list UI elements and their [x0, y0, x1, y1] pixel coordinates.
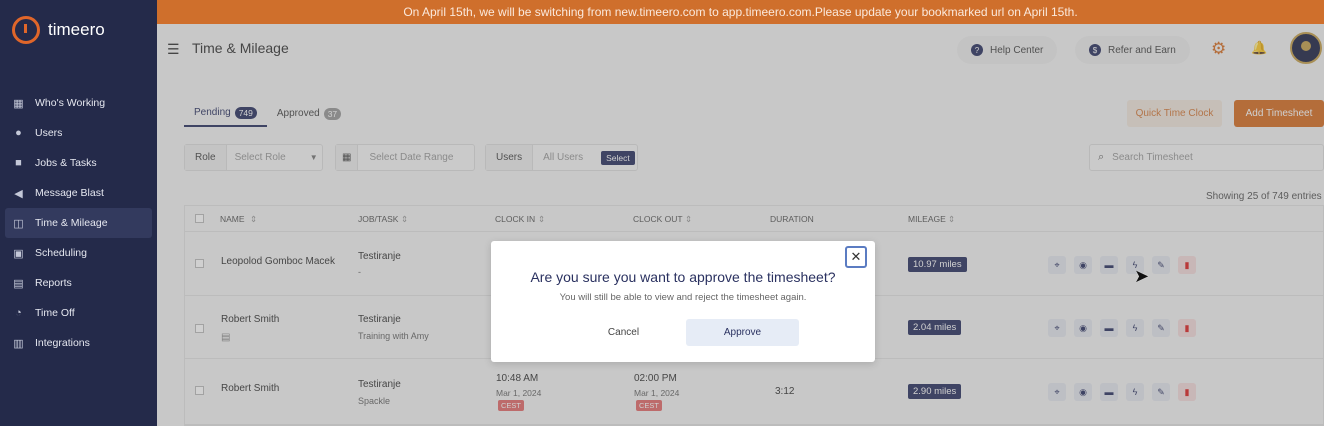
modal-backdrop[interactable] [157, 24, 1324, 426]
announcement-banner: On April 15th, we will be switching from… [157, 0, 1324, 24]
sidebar-item-time-mileage[interactable]: ◫ Time & Mileage [5, 208, 152, 238]
mouse-cursor-icon: ➤ [1134, 266, 1150, 286]
sidebar-nav: ▦ Who's Working ● Users ■ Jobs & Tasks ◀ Mes… [0, 88, 157, 358]
users-icon: ● [15, 127, 22, 139]
cancel-button[interactable]: Cancel [580, 319, 667, 346]
sidebar-item-label: Time & Mileage [35, 217, 108, 229]
sidebar-item-users[interactable]: ● Users [0, 118, 157, 148]
briefcase-icon: ■ [15, 157, 22, 169]
sidebar: timeero ▦ Who's Working ● Users ■ Jobs & Ta… [0, 0, 157, 426]
sidebar-item-message-blast[interactable]: ◀ Message Blast [0, 178, 157, 208]
timeero-logo-icon [12, 16, 40, 44]
dialog-message: You will still be able to view and rejec… [559, 292, 807, 303]
sidebar-item-label: Time Off [35, 307, 75, 319]
map-icon: ▦ [13, 97, 24, 110]
calendar-icon: ▣ [13, 247, 24, 260]
sidebar-item-integrations[interactable]: ▥ Integrations [0, 328, 157, 358]
sidebar-item-label: Scheduling [35, 247, 87, 259]
approve-confirm-dialog: ✕ Are you sure you want to approve the t… [491, 241, 875, 362]
sidebar-item-label: Users [35, 127, 63, 139]
sidebar-item-label: Reports [35, 277, 72, 289]
sidebar-item-whos-working[interactable]: ▦ Who's Working [0, 88, 157, 118]
timesheet-icon: ◫ [13, 217, 24, 230]
sidebar-item-reports[interactable]: ▤ Reports [0, 268, 157, 298]
megaphone-icon: ◀ [14, 187, 23, 200]
brand-name: timeero [48, 20, 105, 39]
sidebar-item-label: Integrations [35, 337, 90, 349]
approve-button[interactable]: Approve [686, 319, 799, 346]
sidebar-item-time-off[interactable]: ◔ Time Off [0, 298, 157, 328]
integrations-icon: ▥ [13, 337, 24, 350]
logo[interactable]: timeero [12, 16, 105, 44]
sidebar-item-jobs-tasks[interactable]: ■ Jobs & Tasks [0, 148, 157, 178]
close-icon[interactable]: ✕ [845, 246, 867, 268]
time-off-icon: ◔ [15, 307, 22, 319]
dialog-title: Are you sure you want to approve the tim… [530, 269, 836, 285]
reports-icon: ▤ [13, 277, 24, 290]
sidebar-item-scheduling[interactable]: ▣ Scheduling [0, 238, 157, 268]
sidebar-item-label: Message Blast [35, 187, 104, 199]
sidebar-item-label: Who's Working [35, 97, 106, 109]
sidebar-item-label: Jobs & Tasks [35, 157, 97, 169]
